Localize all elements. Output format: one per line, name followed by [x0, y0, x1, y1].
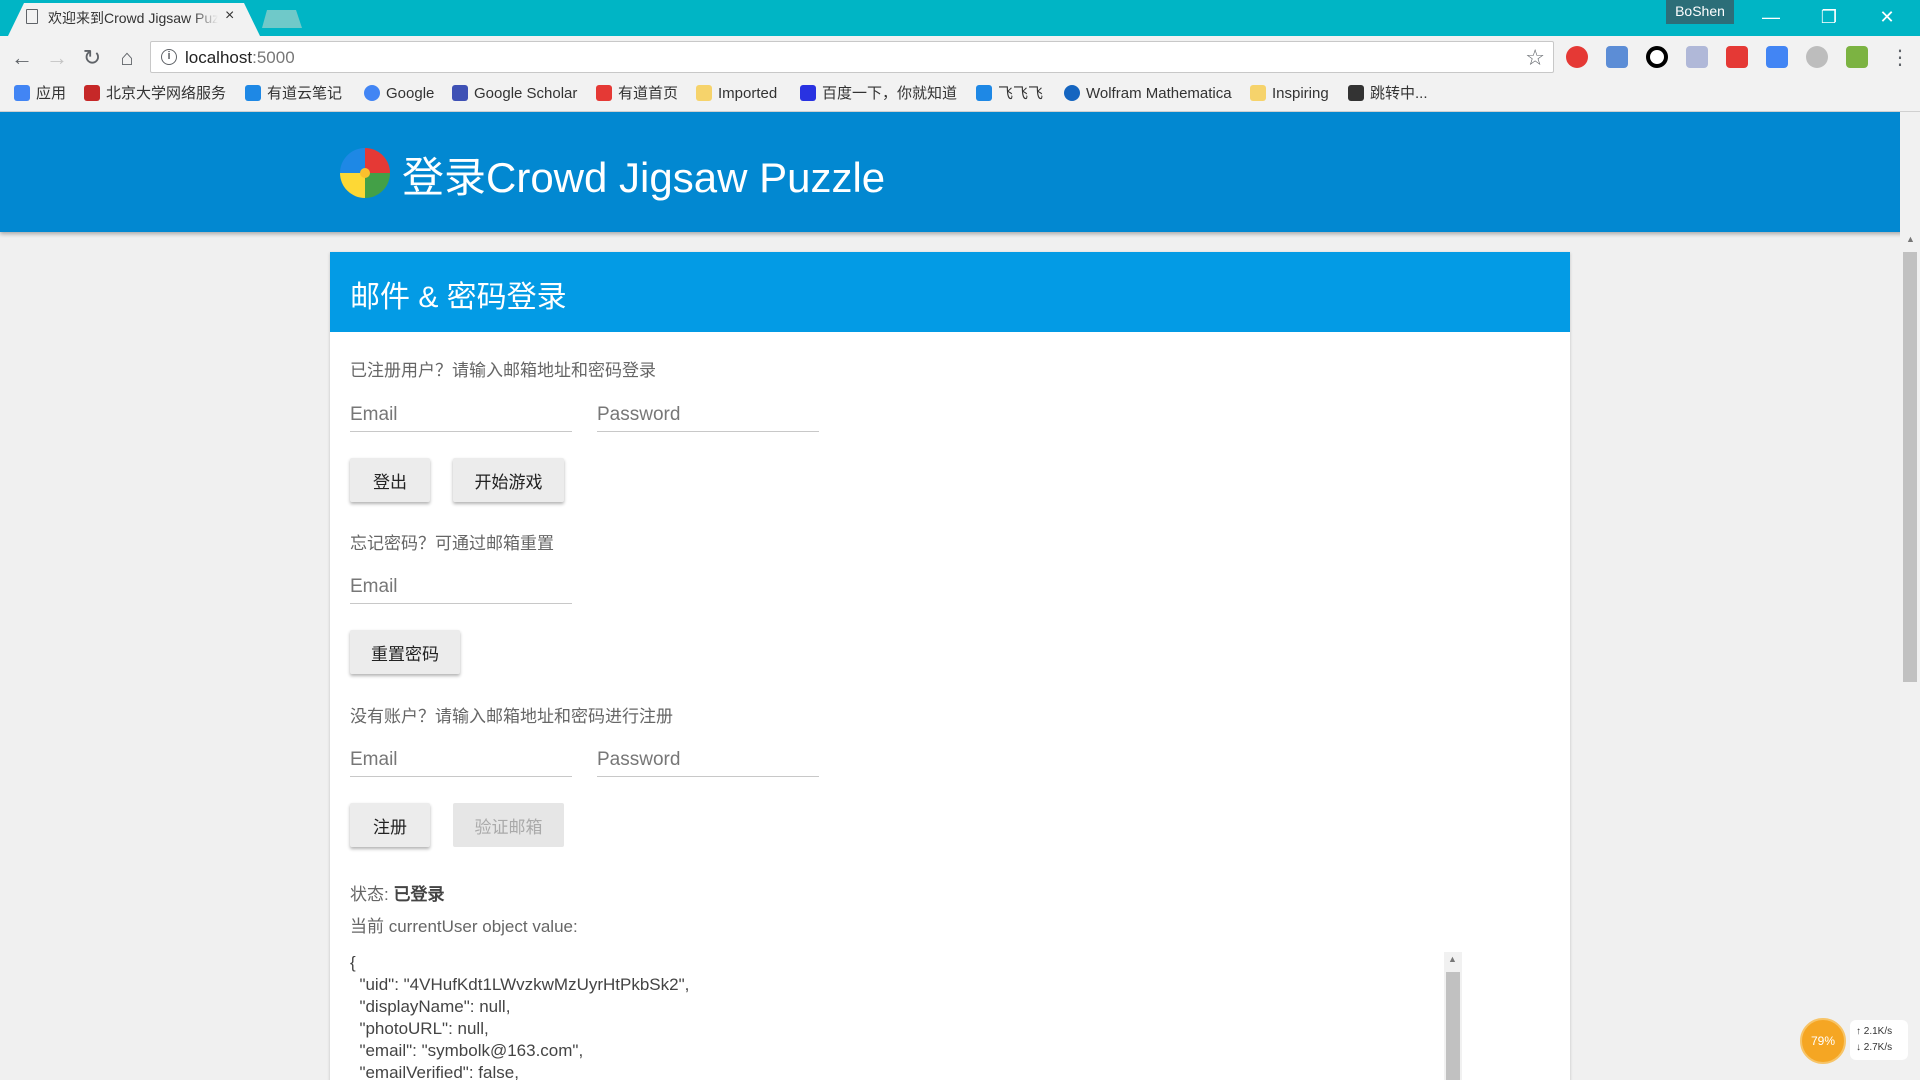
folder-icon: [696, 85, 712, 101]
browser-tab-strip: 欢迎来到Crowd Jigsaw Puzzle × BoShen — ❐ ✕: [0, 0, 1920, 36]
bookmark-item[interactable]: 北京大学网络服务: [84, 82, 226, 106]
minimize-button[interactable]: —: [1748, 4, 1794, 30]
gitzip-icon: [1348, 85, 1364, 101]
baidu-icon: [800, 85, 816, 101]
extension-circle-icon[interactable]: [1646, 46, 1668, 68]
extension-arrow-icon[interactable]: [1606, 46, 1628, 68]
login-card: 邮件 & 密码登录 已注册用户？请输入邮箱地址和密码登录 登出 开始游戏 忘记密…: [330, 252, 1570, 1080]
card-header: 邮件 & 密码登录: [330, 252, 1570, 332]
login-password-input[interactable]: [597, 398, 819, 432]
status-label: 状态:: [350, 885, 394, 904]
page-title: 登录Crowd Jigsaw Puzzle: [402, 154, 886, 201]
home-icon[interactable]: ⌂: [113, 44, 141, 72]
youdao-icon: [596, 85, 612, 101]
logo-center: [360, 168, 370, 178]
net-speeds: ↑ 2.1K/s ↓ 2.7K/s: [1850, 1020, 1908, 1060]
address-bar[interactable]: i localhost:5000 ☆: [150, 41, 1554, 73]
start-game-button[interactable]: 开始游戏: [453, 458, 564, 502]
download-speed: ↓ 2.7K/s: [1856, 1042, 1893, 1053]
close-window-button[interactable]: ✕: [1864, 4, 1910, 30]
tab-title: 欢迎来到Crowd Jigsaw Puzzle: [48, 10, 218, 26]
pku-icon: [84, 85, 100, 101]
reload-icon[interactable]: ↻: [78, 44, 106, 72]
cpu-percent: 79%: [1800, 1018, 1846, 1064]
network-monitor-widget[interactable]: 79% ↑ 2.1K/s ↓ 2.7K/s: [1800, 1018, 1910, 1066]
scroll-up-arrow-icon[interactable]: ▲: [1448, 954, 1457, 964]
tab-close-icon[interactable]: ×: [225, 7, 234, 25]
bookmark-folder[interactable]: Imported: [696, 82, 777, 106]
bookmark-item[interactable]: 百度一下，你就知道: [800, 82, 957, 106]
bookmarks-bar: 应用 北京大学网络服务 有道云笔记 Google Google Scholar …: [0, 78, 1920, 112]
bookmark-item[interactable]: Google: [364, 82, 434, 106]
reset-email-input[interactable]: [350, 570, 572, 604]
extension-green-icon[interactable]: [1846, 46, 1868, 68]
reset-password-button[interactable]: 重置密码: [350, 630, 460, 674]
bookmark-star-icon[interactable]: ☆: [1525, 45, 1545, 71]
login-email-input[interactable]: [350, 398, 572, 432]
logout-button[interactable]: 登出: [350, 458, 430, 502]
profile-button[interactable]: BoShen: [1666, 0, 1734, 24]
menu-icon[interactable]: ⋮: [1890, 45, 1910, 70]
bookmark-item[interactable]: Wolfram Mathematica: [1064, 82, 1236, 106]
bookmark-item[interactable]: 跳转中...: [1348, 82, 1428, 106]
signup-prompt: 没有账户？请输入邮箱地址和密码进行注册: [350, 707, 673, 726]
signup-email-input[interactable]: [350, 743, 572, 777]
translate-icon[interactable]: [1766, 46, 1788, 68]
login-prompt: 已注册用户？请输入邮箱地址和密码登录: [350, 361, 656, 380]
current-user-json: { "uid": "4VHufKdt1LWvzkwMzUyrHtPkbSk2",…: [350, 952, 1495, 1080]
verify-email-button[interactable]: 验证邮箱: [453, 803, 564, 847]
scroll-thumb[interactable]: [1446, 972, 1460, 1080]
bookmark-item[interactable]: 有道云笔记: [245, 82, 342, 106]
signup-password-input[interactable]: [597, 743, 819, 777]
back-arrow-icon[interactable]: ←: [8, 44, 36, 72]
status-line: 状态: 已登录: [350, 880, 444, 905]
json-scrollbar[interactable]: ▲: [1444, 952, 1462, 1080]
bookmark-item[interactable]: 有道首页: [596, 82, 678, 106]
card-title: 邮件 & 密码登录: [350, 281, 567, 314]
scholar-icon: [452, 85, 468, 101]
bookmark-item[interactable]: 飞飞飞: [976, 82, 1043, 106]
apps-grid-icon: [14, 85, 30, 101]
restore-button[interactable]: ❐: [1806, 4, 1852, 30]
scroll-up-arrow-icon[interactable]: ▲: [1906, 234, 1915, 244]
youdao-note-icon: [245, 85, 261, 101]
note-icon: [976, 85, 992, 101]
bookmark-item[interactable]: Google Scholar: [452, 82, 577, 106]
forward-arrow-icon[interactable]: →: [43, 44, 71, 72]
page-viewport: 登录Crowd Jigsaw Puzzle 邮件 & 密码登录 已注册用户？请输…: [0, 112, 1920, 1080]
reset-prompt: 忘记密码？可通过邮箱重置: [350, 534, 554, 553]
upload-speed: ↑ 2.1K/s: [1856, 1026, 1893, 1037]
url-text[interactable]: localhost:5000: [185, 48, 295, 68]
status-value: 已登录: [393, 885, 445, 904]
adblock-icon[interactable]: [1566, 46, 1588, 68]
info-icon[interactable]: i: [161, 49, 177, 65]
json-text: { "uid": "4VHufKdt1LWvzkwMzUyrHtPkbSk2",…: [350, 953, 690, 1080]
extension-red-icon[interactable]: [1726, 46, 1748, 68]
extension-cursor-icon[interactable]: [1686, 46, 1708, 68]
extension-gray-icon[interactable]: [1806, 46, 1828, 68]
signup-button[interactable]: 注册: [350, 803, 430, 847]
wolfram-icon: [1064, 85, 1080, 101]
page-scroll-thumb[interactable]: [1903, 252, 1917, 682]
current-user-label: 当前 currentUser object value:: [350, 917, 578, 936]
browser-toolbar: ← → ↻ ⌂ i localhost:5000 ☆ ⋮: [0, 36, 1920, 78]
page-scrollbar[interactable]: ▲: [1900, 112, 1920, 1080]
bookmark-item[interactable]: 应用: [14, 82, 66, 106]
folder-icon: [1250, 85, 1266, 101]
google-icon: [364, 85, 380, 101]
new-tab-button[interactable]: [262, 10, 302, 28]
page-icon: [26, 9, 38, 24]
app-header: 登录Crowd Jigsaw Puzzle: [0, 112, 1920, 232]
bookmark-folder[interactable]: Inspiring: [1250, 82, 1329, 106]
